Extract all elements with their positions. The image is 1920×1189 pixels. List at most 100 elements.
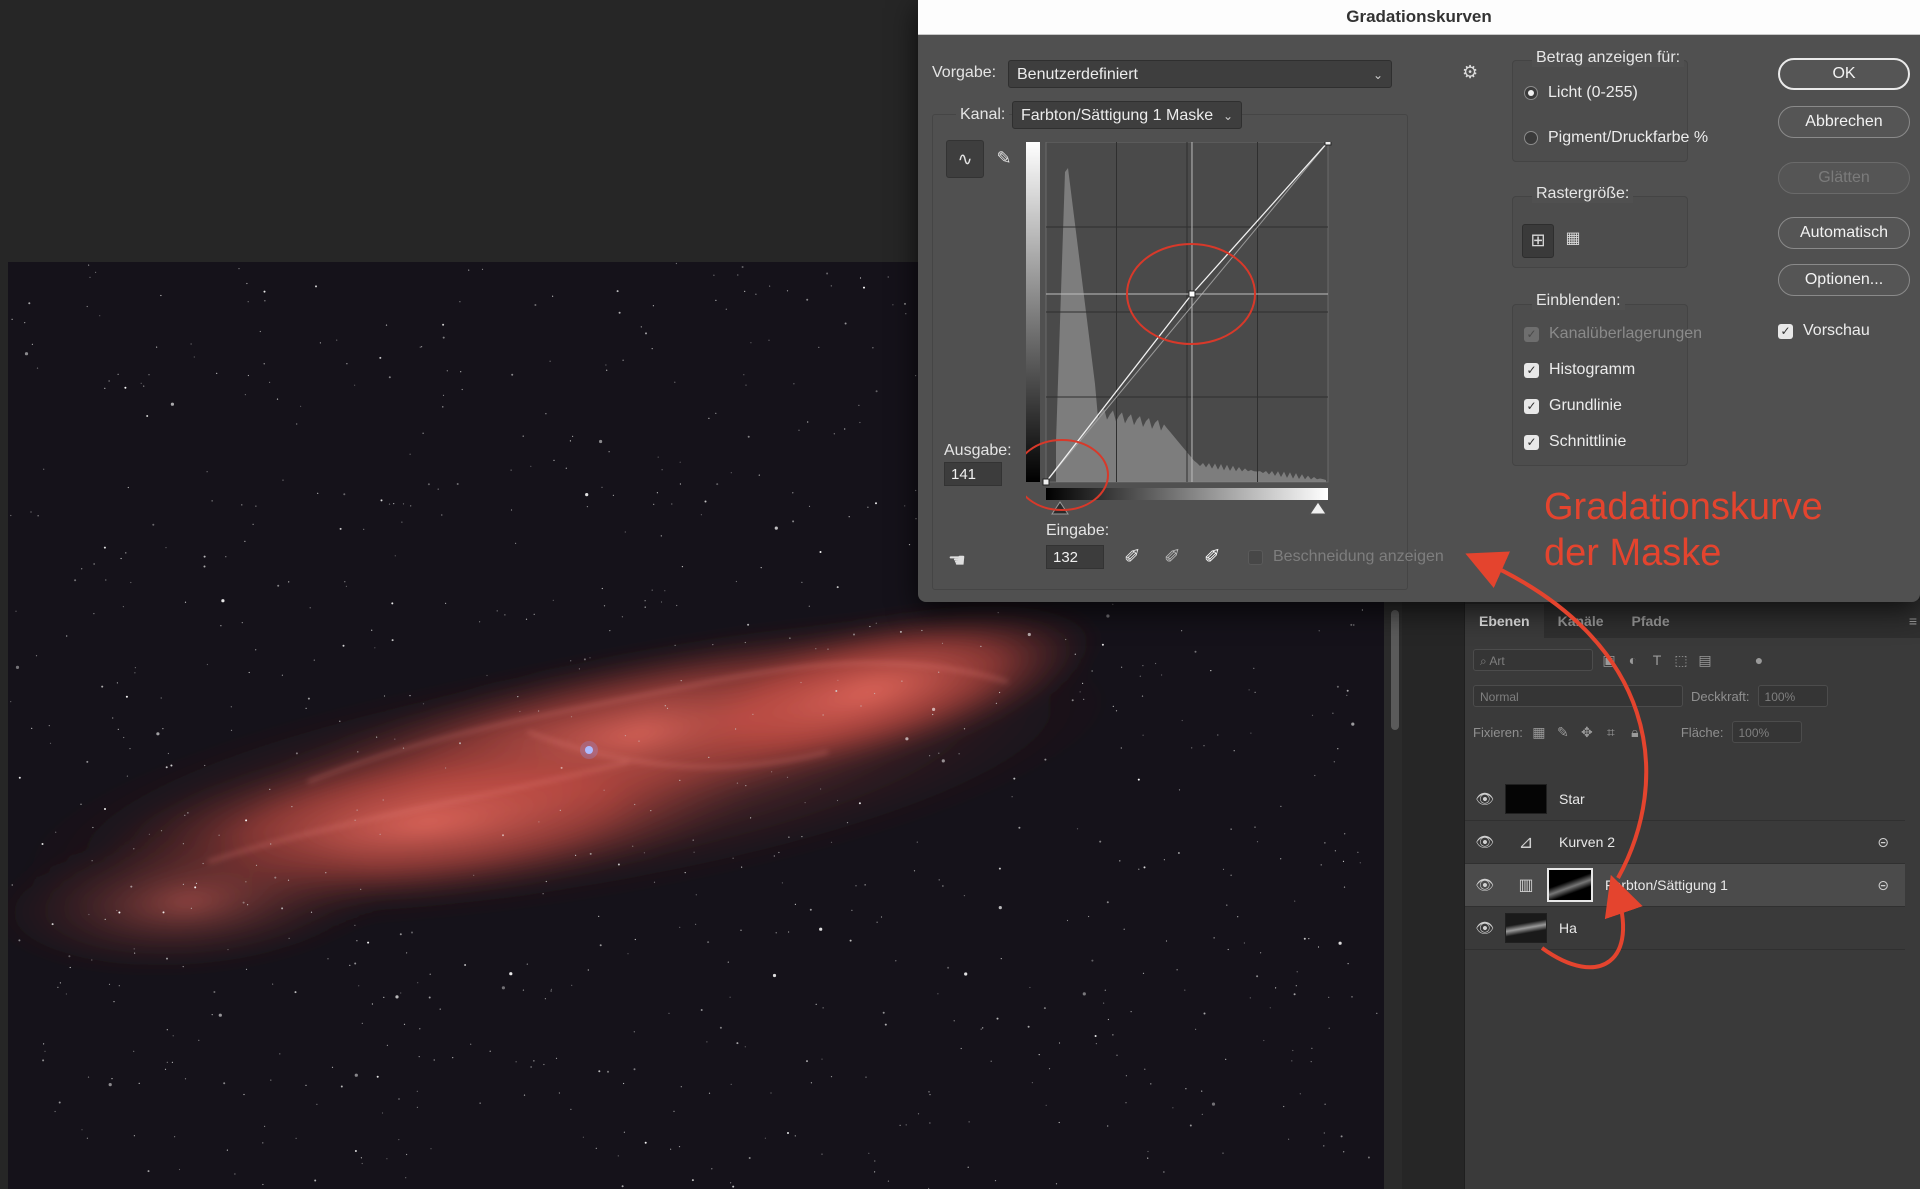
smartobject-filter-icon[interactable]: ▤ — [1697, 652, 1713, 668]
preset-select[interactable]: Benutzerdefiniert ⌄ — [1008, 60, 1392, 88]
layer-mask-thumbnail[interactable] — [1547, 868, 1593, 902]
cancel-button[interactable]: Abbrechen — [1778, 106, 1910, 138]
curve-tool-icon[interactable]: ∿ — [946, 140, 984, 178]
options-button[interactable]: Optionen... — [1778, 264, 1910, 296]
layer-filter-input[interactable]: ⌕ Art — [1473, 649, 1593, 671]
star — [819, 927, 823, 931]
radio-button[interactable] — [1524, 86, 1538, 100]
link-icon[interactable]: ⊝ — [1877, 877, 1889, 894]
star — [569, 440, 572, 442]
grid-detailed-icon[interactable]: ▦ — [1558, 224, 1588, 256]
checkbox[interactable]: ✓ — [1524, 434, 1539, 450]
star — [1328, 1027, 1330, 1029]
preview-checkbox[interactable]: ✓ — [1778, 323, 1793, 339]
star — [980, 1028, 982, 1030]
lock-pixels-icon[interactable]: ✎ — [1555, 724, 1571, 740]
star — [270, 1079, 272, 1081]
shape-filter-icon[interactable]: ⬚ — [1673, 652, 1689, 668]
curve-graph[interactable] — [1026, 142, 1336, 518]
star — [859, 421, 861, 424]
eyedropper-white-icon[interactable]: ✐ — [1204, 544, 1221, 569]
star — [88, 913, 90, 916]
show-clipping-checkbox[interactable] — [1248, 549, 1263, 565]
star — [645, 332, 647, 335]
tab-channels[interactable]: Kanäle — [1544, 604, 1618, 638]
input-field[interactable]: 132 — [1046, 545, 1104, 569]
pencil-icon[interactable]: ✎ — [986, 140, 1022, 176]
output-field[interactable]: 141 — [944, 462, 1002, 486]
star — [653, 881, 656, 883]
lock-transparency-icon[interactable]: ▦ — [1531, 724, 1547, 740]
star — [1043, 1007, 1046, 1010]
filter-toggle-icon[interactable]: ● — [1751, 652, 1767, 668]
auto-button[interactable]: Automatisch — [1778, 217, 1910, 249]
radio-light[interactable]: Licht (0-255) — [1524, 84, 1638, 102]
curve-control-point[interactable] — [1324, 142, 1332, 146]
lock-artboard-icon[interactable]: ⌗ — [1603, 724, 1619, 740]
star — [363, 528, 365, 530]
star — [442, 406, 444, 408]
eye-icon[interactable]: 👁︎ — [1465, 876, 1505, 894]
star — [1137, 778, 1140, 781]
radio-button[interactable] — [1524, 131, 1538, 145]
lock-all-icon[interactable]: 🔒︎ — [1627, 724, 1643, 740]
link-icon[interactable]: ⊝ — [1877, 834, 1889, 851]
option-baseline[interactable]: ✓ Grundlinie — [1524, 397, 1622, 415]
black-point-slider[interactable] — [1051, 501, 1069, 515]
star — [116, 682, 118, 684]
image-filter-icon[interactable]: ▣ — [1601, 652, 1617, 668]
eyedropper-gray-icon[interactable]: ✐ — [1164, 544, 1181, 569]
star — [89, 276, 91, 278]
star — [43, 1043, 45, 1045]
eye-icon[interactable]: 👁︎ — [1465, 919, 1505, 937]
gear-icon[interactable]: ⚙ — [1462, 62, 1478, 83]
star — [533, 613, 535, 615]
eyedropper-black-icon[interactable]: ✐ — [1124, 544, 1141, 569]
star — [227, 949, 229, 951]
layer-row-star[interactable]: 👁︎ Star — [1465, 778, 1905, 821]
star — [821, 1058, 823, 1060]
star — [42, 1059, 45, 1062]
show-clipping-option[interactable]: Beschneidung anzeigen — [1248, 548, 1444, 566]
panel-menu-icon[interactable]: ≡ — [1895, 604, 1920, 638]
star — [274, 876, 277, 879]
type-filter-icon[interactable]: T — [1649, 652, 1665, 668]
radio-pigment[interactable]: Pigment/Druckfarbe % — [1524, 129, 1708, 147]
star — [1177, 852, 1180, 854]
star — [603, 789, 605, 791]
ok-button[interactable]: OK — [1778, 58, 1910, 90]
checkbox[interactable]: ✓ — [1524, 398, 1539, 414]
layer-row-ha[interactable]: 👁︎ Ha — [1465, 907, 1905, 950]
hand-adjust-icon[interactable]: ☚ — [948, 548, 966, 573]
canvas-scroll-thumb[interactable] — [1391, 610, 1399, 730]
layer-row-kurven-2[interactable]: 👁︎ ⊿ Kurven 2 ⊝ — [1465, 821, 1905, 864]
option-intersection-line[interactable]: ✓ Schnittlinie — [1524, 433, 1626, 451]
curve-control-point[interactable] — [1188, 290, 1196, 298]
lock-position-icon[interactable]: ✥ — [1579, 724, 1595, 740]
star — [1104, 989, 1106, 991]
blend-mode-select[interactable]: Normal — [1473, 685, 1683, 707]
tab-layers[interactable]: Ebenen — [1465, 604, 1544, 638]
star — [1142, 734, 1144, 736]
fill-field[interactable]: 100% — [1731, 721, 1802, 743]
star — [241, 622, 243, 624]
star — [836, 586, 839, 589]
adjustment-filter-icon[interactable]: ◐ — [1625, 652, 1641, 668]
opacity-field[interactable]: 100% — [1757, 685, 1828, 707]
grid-simple-icon[interactable]: ⊞ — [1522, 224, 1554, 258]
star — [522, 435, 524, 437]
star — [247, 904, 249, 906]
preview-option[interactable]: ✓ Vorschau — [1778, 322, 1870, 340]
star — [1178, 789, 1181, 791]
layer-row-farbton-saettigung-1[interactable]: 👁︎ ▥ Farbton/Sättigung 1 ⊝ — [1465, 864, 1905, 907]
star — [660, 535, 662, 537]
curve-control-point[interactable] — [1042, 478, 1050, 486]
white-point-slider[interactable] — [1309, 501, 1327, 515]
eye-icon[interactable]: 👁︎ — [1465, 833, 1505, 851]
option-histogram[interactable]: ✓ Histogramm — [1524, 361, 1635, 379]
channel-select[interactable]: Farbton/Sättigung 1 Maske ⌄ — [1012, 101, 1242, 129]
checkbox[interactable]: ✓ — [1524, 362, 1539, 378]
eye-icon[interactable]: 👁︎ — [1465, 790, 1505, 808]
star — [18, 776, 21, 779]
tab-paths[interactable]: Pfade — [1618, 604, 1684, 638]
